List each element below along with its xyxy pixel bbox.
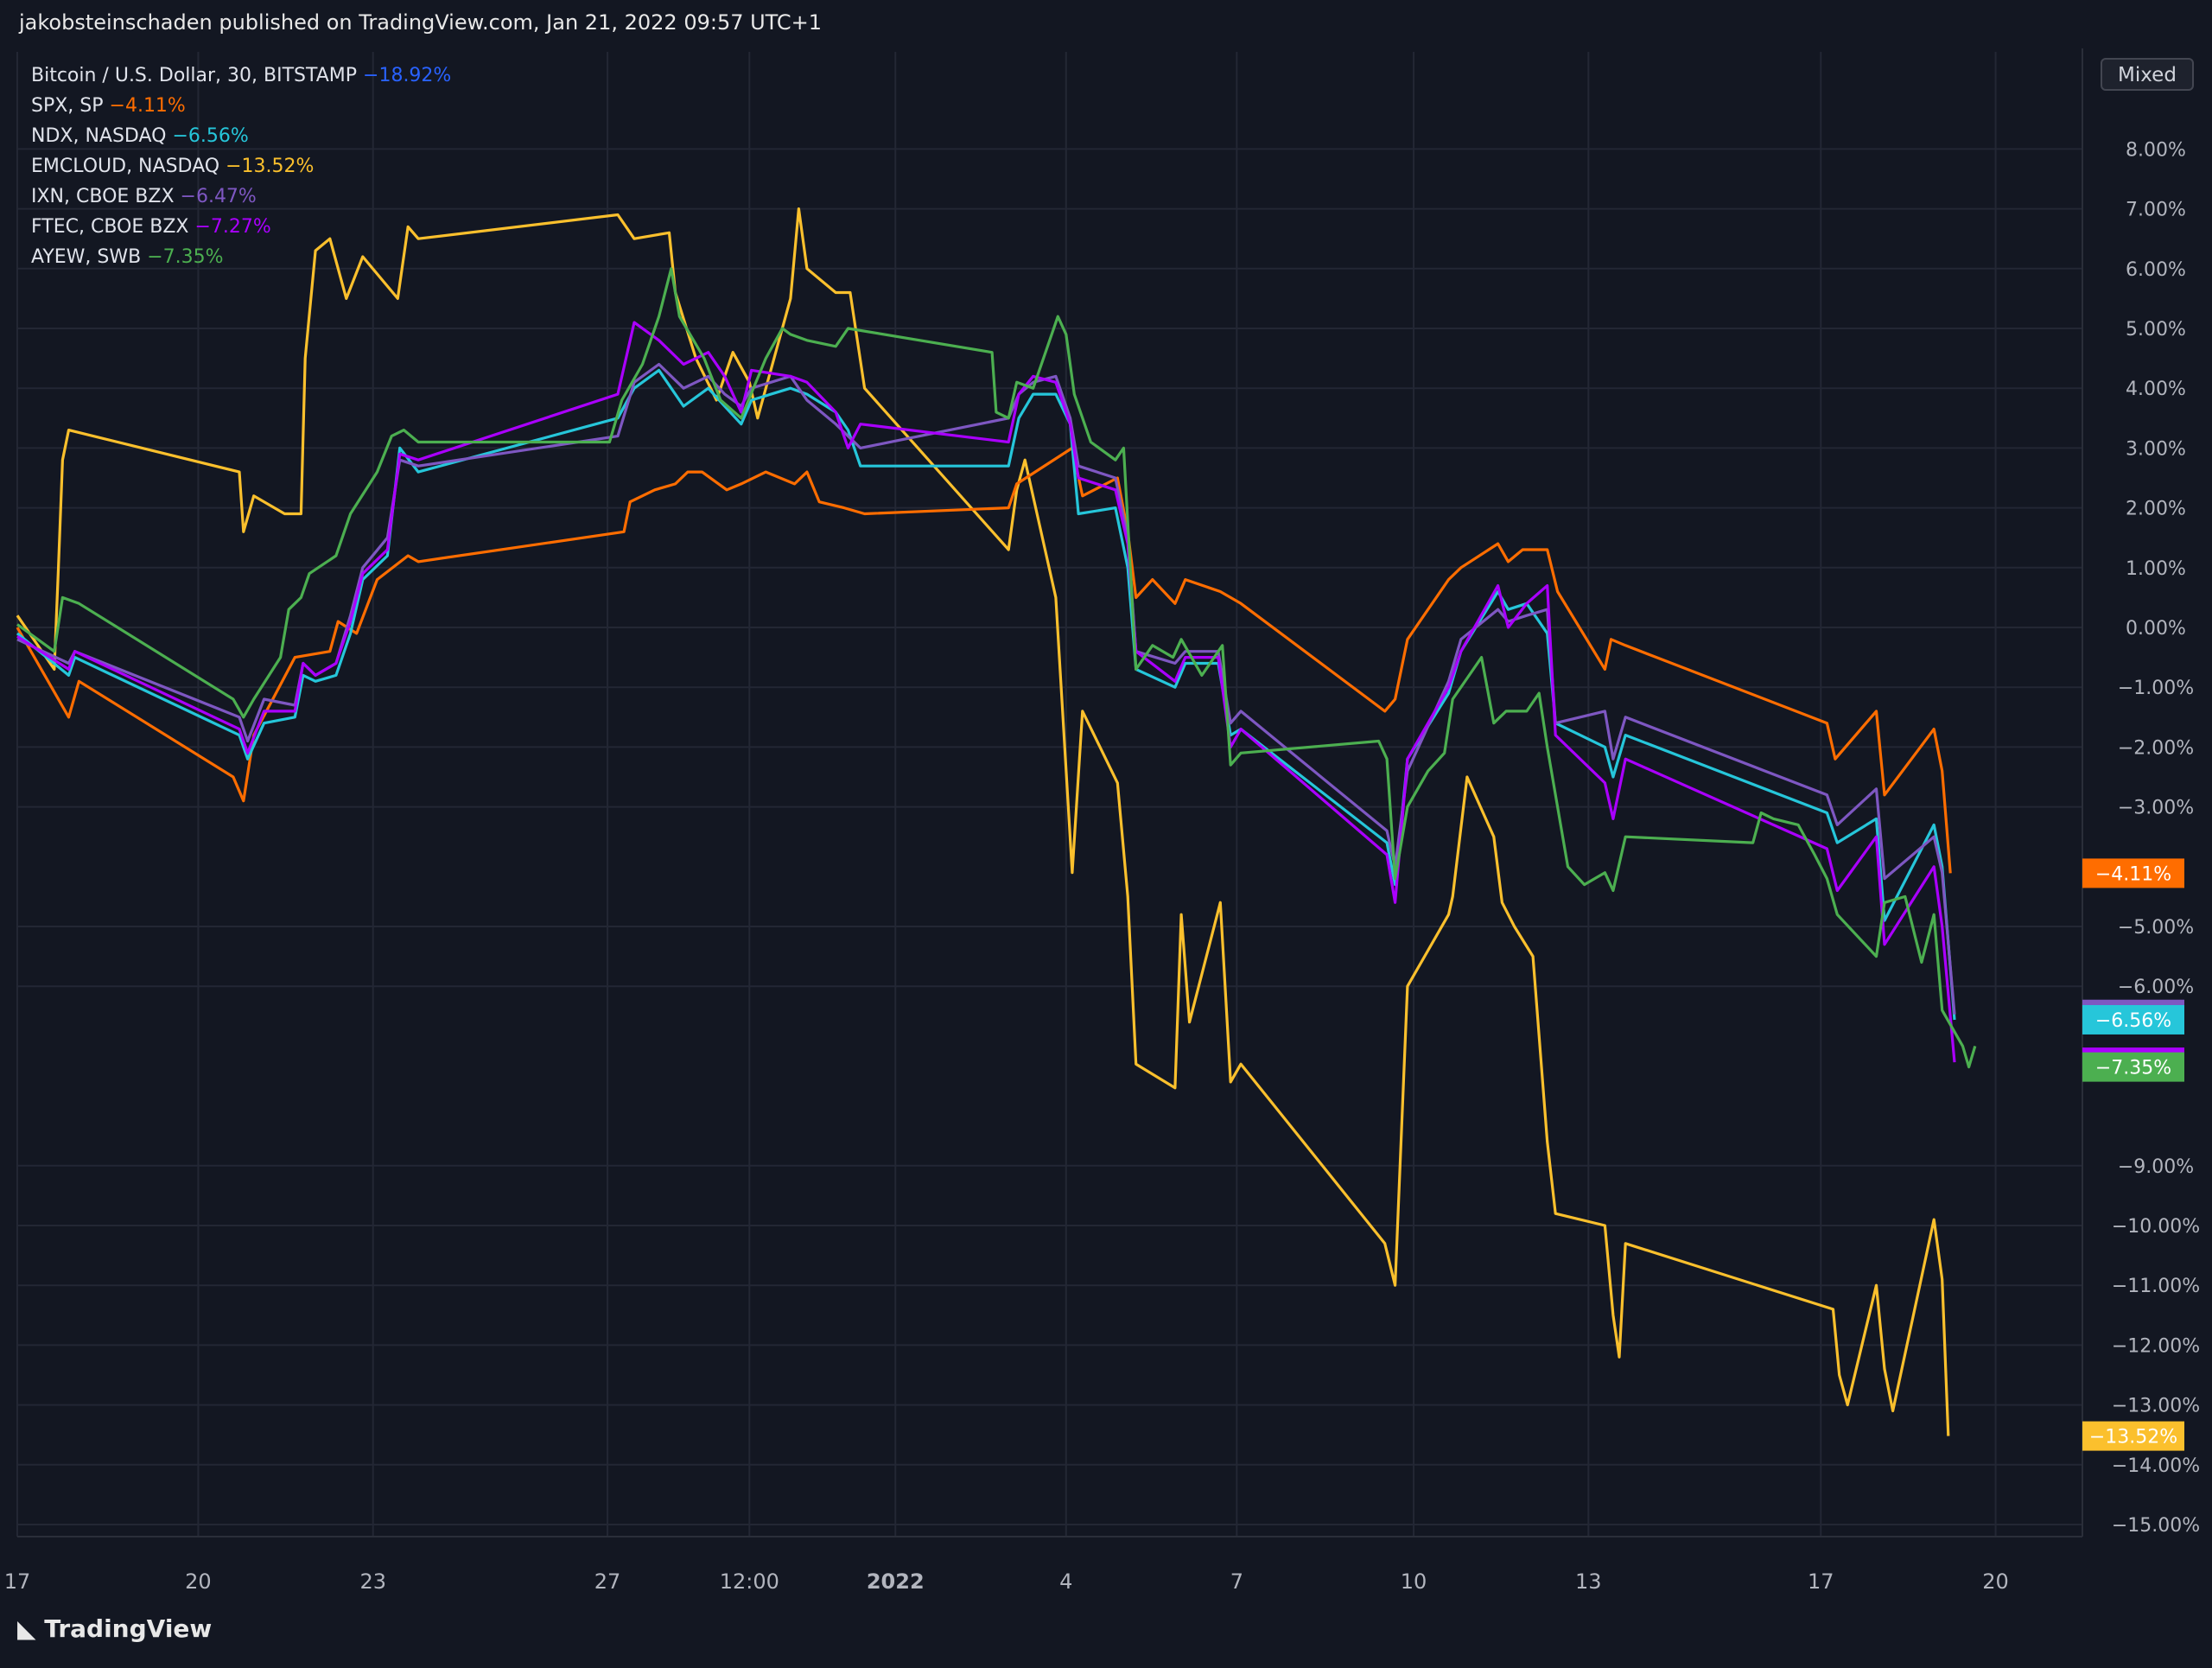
price-comparison-chart[interactable]: 8.00% 7.00% 6.00% 5.00% 4.00% 3.00% 2.00% 1.00%… <box>0 0 2212 1668</box>
time-tick-label: 17 <box>1808 1569 1834 1594</box>
last-value-label-spx: −4.11% <box>2095 863 2171 885</box>
last-value-label-ndx: −6.56% <box>2095 1010 2171 1032</box>
time-tick-label: 2022 <box>867 1569 925 1594</box>
price-tick-label: 8.00% <box>2126 139 2186 161</box>
series-line-ixn <box>16 362 1956 1015</box>
legend-item-ayew: AYEW, SWB −7.35% <box>31 246 224 268</box>
price-tick-label: 1.00% <box>2126 558 2186 580</box>
price-axis[interactable]: 8.00% 7.00% 6.00% 5.00% 4.00% 3.00% 2.00% 1.00%… <box>2112 139 2200 1537</box>
price-tick-label: 0.00% <box>2126 618 2186 640</box>
legend-value: −4.11% <box>110 95 186 117</box>
legend-item-spx: SPX, SP −4.11% <box>31 95 186 117</box>
time-tick-label: 10 <box>1401 1569 1427 1594</box>
price-tick-label: −2.00% <box>2118 737 2194 759</box>
legend-value: −7.27% <box>194 216 270 238</box>
series-line-ftec <box>16 321 1956 1063</box>
price-tick-label: 5.00% <box>2126 319 2186 341</box>
price-tick-label: −9.00% <box>2118 1156 2194 1178</box>
legend-item-btc: Bitcoin / U.S. Dollar, 30, BITSTAMP −18.… <box>31 65 451 86</box>
price-tick-label: −5.00% <box>2118 917 2194 939</box>
legend-value: −7.35% <box>147 246 223 268</box>
legend-value: −18.92% <box>363 65 451 86</box>
legend-label: Bitcoin / U.S. Dollar, 30, BITSTAMP <box>31 65 363 86</box>
legend-item-emcloud: EMCLOUD, NASDAQ −13.52% <box>31 156 314 177</box>
time-tick-label: 13 <box>1575 1569 1602 1594</box>
series-line-emcloud <box>16 207 1950 1436</box>
legend-value: −6.56% <box>172 125 248 147</box>
price-tick-label: 2.00% <box>2126 499 2186 520</box>
time-tick-label: 20 <box>1982 1569 2009 1594</box>
legend-label: SPX, SP <box>31 95 110 117</box>
last-value-label-ayew: −7.35% <box>2095 1058 2171 1079</box>
time-tick-label: 27 <box>594 1569 621 1594</box>
legend-label: AYEW, SWB <box>31 246 147 268</box>
time-tick-label: 23 <box>359 1569 386 1594</box>
logo-text: TradingView <box>44 1614 213 1643</box>
legend-value: −6.47% <box>181 186 257 207</box>
chart-grid <box>16 52 2082 1537</box>
price-tick-label: −11.00% <box>2112 1276 2200 1297</box>
price-tick-label: −12.00% <box>2112 1335 2200 1357</box>
legend-label: EMCLOUD, NASDAQ <box>31 156 226 177</box>
time-tick-label: 7 <box>1230 1569 1243 1594</box>
price-tick-label: −3.00% <box>2118 798 2194 819</box>
price-tick-label: 3.00% <box>2126 438 2186 460</box>
legend-item-ftec: FTEC, CBOE BZX −7.27% <box>31 216 271 238</box>
legend-item-ndx: NDX, NASDAQ −6.56% <box>31 125 249 147</box>
time-tick-label: 12:00 <box>720 1569 779 1594</box>
price-tick-label: −10.00% <box>2112 1216 2200 1238</box>
time-tick-label: 4 <box>1059 1569 1072 1594</box>
legend[interactable]: Bitcoin / U.S. Dollar, 30, BITSTAMP −18.… <box>31 65 451 268</box>
series-line-spx <box>16 446 1952 874</box>
legend-label: FTEC, CBOE BZX <box>31 216 194 238</box>
scale-mode-button[interactable]: Mixed <box>2101 58 2194 91</box>
time-axis[interactable]: 17 20 23 27 12:00 2022 4 7 10 13 17 20 <box>4 1569 2009 1594</box>
logo-icon: ◣ <box>17 1614 36 1643</box>
series-line-ndx <box>16 368 1956 1021</box>
chart-series <box>16 207 1977 1436</box>
price-tick-label: −15.00% <box>2112 1515 2200 1537</box>
price-tick-label: −6.00% <box>2118 977 2194 998</box>
last-value-labels: −4.11%−6.47%−6.56%−7.27%−7.35%−13.52% <box>2082 858 2184 1451</box>
price-tick-label: 7.00% <box>2126 200 2186 221</box>
legend-value: −13.52% <box>226 156 314 177</box>
price-tick-label: 4.00% <box>2126 379 2186 400</box>
price-tick-label: −14.00% <box>2112 1455 2200 1477</box>
time-tick-label: 17 <box>4 1569 31 1594</box>
last-value-label-emcloud: −13.52% <box>2089 1427 2177 1448</box>
legend-label: NDX, NASDAQ <box>31 125 172 147</box>
price-tick-label: −13.00% <box>2112 1396 2200 1417</box>
tradingview-logo[interactable]: ◣ TradingView <box>17 1614 212 1643</box>
price-tick-label: −1.00% <box>2118 678 2194 699</box>
scale-mode-label[interactable]: Mixed <box>2118 64 2177 86</box>
legend-label: IXN, CBOE BZX <box>31 186 181 207</box>
price-tick-label: 6.00% <box>2126 259 2186 281</box>
time-tick-label: 20 <box>185 1569 212 1594</box>
legend-item-ixn: IXN, CBOE BZX −6.47% <box>31 186 257 207</box>
